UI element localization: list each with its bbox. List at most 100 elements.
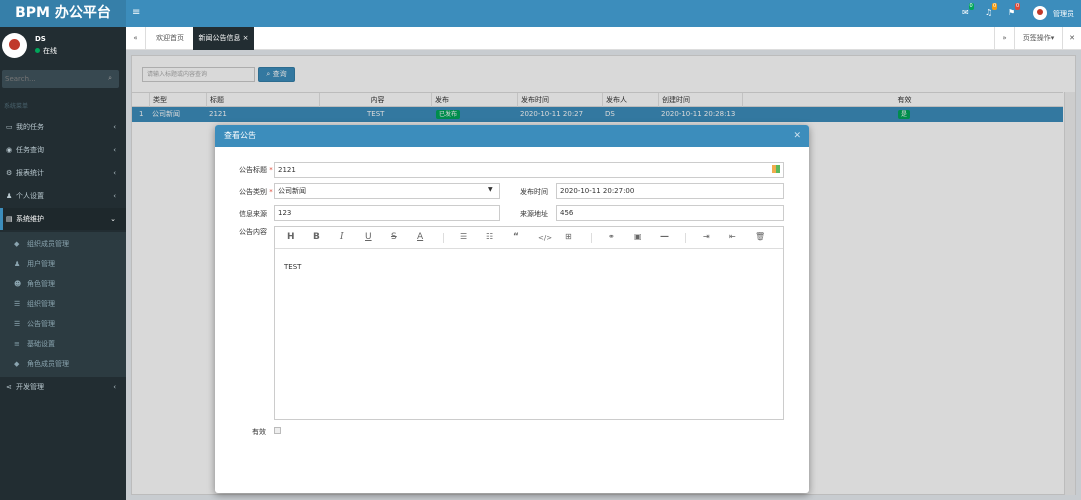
sidebar-item-label: 系统维护 bbox=[16, 215, 44, 223]
bell-icon[interactable]: ♫ 0 bbox=[985, 3, 998, 17]
indent-icon[interactable]: ⇥ bbox=[703, 232, 710, 241]
tag-icon: ◆ bbox=[14, 240, 20, 248]
status-text: 在线 bbox=[43, 47, 57, 55]
submenu-item-org[interactable]: ☰ 组织管理 bbox=[14, 294, 55, 314]
chevron-down-icon: ⌄ bbox=[110, 215, 116, 223]
share-icon: ⋖ bbox=[6, 383, 12, 391]
user-icon: ♟ bbox=[14, 260, 21, 268]
chevron-left-icon: ‹ bbox=[113, 192, 116, 200]
bold-icon[interactable]: B bbox=[313, 232, 320, 242]
link-icon[interactable]: ⚭ bbox=[608, 232, 615, 241]
valid-checkbox[interactable] bbox=[274, 427, 281, 434]
submenu-item-notices[interactable]: ☰ 公告管理 bbox=[14, 314, 55, 334]
list-icon: ☰ bbox=[14, 300, 21, 308]
sidebar-toggle-icon[interactable]: ≡ bbox=[132, 7, 140, 18]
sidebar-item-task-query[interactable]: ◉ 任务查询 ‹ bbox=[0, 139, 126, 161]
ordered-list-icon[interactable]: ☰ bbox=[460, 232, 467, 241]
submenu-label: 基础设置 bbox=[27, 340, 55, 348]
submenu-item-role-members[interactable]: ◆ 角色成员管理 bbox=[14, 354, 69, 374]
title-label: 公告标题 * bbox=[239, 166, 273, 174]
sidebar-avatar bbox=[2, 33, 27, 58]
sidebar-user-status: 在线 bbox=[35, 46, 57, 56]
book-icon: ▤ bbox=[6, 215, 13, 223]
font-color-icon[interactable]: A bbox=[417, 232, 423, 242]
submenu-label: 公告管理 bbox=[27, 320, 55, 328]
sidebar-item-label: 我的任务 bbox=[16, 123, 44, 131]
sidebar-submenu: ◆ 组织成员管理 ♟ 用户管理 ☻ 角色管理 ☰ 组织管理 ☰ 公告管理 ≡ 基础设置 ◆ 角… bbox=[0, 232, 126, 377]
color-picker-icon[interactable] bbox=[772, 165, 780, 173]
bell-count-badge: 0 bbox=[991, 3, 998, 10]
chevron-left-icon: ‹ bbox=[113, 169, 116, 177]
chevron-left-icon: ‹ bbox=[113, 383, 116, 391]
fullscreen-icon[interactable]: ✕ bbox=[1062, 27, 1081, 50]
rich-text-editor: H B I U S A ☰ ☷ “ </> ⊞ ⚭ ▣ — ⇥ ⇤ 🗑 TEST bbox=[274, 226, 784, 420]
tab-bar: « 欢迎首页 新闻公告信息 × » 页签操作▾ ✕ bbox=[126, 27, 1081, 50]
horizontal-rule-icon[interactable]: — bbox=[660, 232, 669, 242]
submenu-item-users[interactable]: ♟ 用户管理 bbox=[14, 254, 55, 274]
modal-title: 查看公告 bbox=[224, 131, 256, 140]
close-icon[interactable]: ✕ bbox=[793, 125, 801, 147]
sidebar-item-dev-management[interactable]: ⋖ 开发管理 ‹ bbox=[0, 376, 126, 398]
chevron-left-icon: ‹ bbox=[113, 146, 116, 154]
editor-body[interactable]: TEST bbox=[275, 249, 783, 285]
editor-toolbar: H B I U S A ☰ ☷ “ </> ⊞ ⚭ ▣ — ⇥ ⇤ 🗑 bbox=[275, 227, 783, 249]
title-field[interactable]: 2121 bbox=[274, 162, 784, 178]
quote-icon[interactable]: “ bbox=[513, 232, 519, 242]
strikethrough-icon[interactable]: S bbox=[391, 232, 397, 242]
user-menu[interactable]: 管理员 bbox=[1053, 9, 1074, 19]
unordered-list-icon[interactable]: ☷ bbox=[486, 232, 493, 241]
category-select[interactable]: 公司新闻 bbox=[274, 183, 500, 199]
list-icon: ☰ bbox=[14, 320, 21, 328]
submenu-label: 用户管理 bbox=[27, 260, 55, 268]
source-field[interactable]: 123 bbox=[274, 205, 500, 221]
desktop-icon: ▭ bbox=[6, 123, 13, 131]
sidebar-search: ⌕ bbox=[2, 70, 119, 88]
submenu-item-basic-settings[interactable]: ≡ 基础设置 bbox=[14, 334, 55, 354]
trash-icon[interactable]: 🗑 bbox=[755, 232, 765, 241]
italic-icon[interactable]: I bbox=[340, 232, 344, 242]
bars-icon: ≡ bbox=[14, 340, 20, 348]
outdent-icon[interactable]: ⇤ bbox=[729, 232, 736, 241]
table-icon[interactable]: ⊞ bbox=[565, 232, 572, 241]
user-avatar[interactable] bbox=[1033, 6, 1047, 20]
sidebar-item-my-tasks[interactable]: ▭ 我的任务 ‹ bbox=[0, 116, 126, 138]
top-navbar: ≡ ✉ 0 ♫ 0 ⚑ 0 管理员 bbox=[126, 0, 1081, 27]
source-url-field[interactable]: 456 bbox=[556, 205, 784, 221]
sidebar-user-name: DS bbox=[35, 35, 46, 43]
submenu-label: 角色管理 bbox=[27, 280, 55, 288]
image-icon[interactable]: ▣ bbox=[634, 232, 642, 241]
gears-icon: ⚙ bbox=[6, 169, 13, 177]
tab-operations-dropdown[interactable]: 页签操作▾ bbox=[1014, 27, 1062, 50]
sidebar-item-reports[interactable]: ⚙ 报表统计 ‹ bbox=[0, 162, 126, 184]
tab-news-notices[interactable]: 新闻公告信息 × bbox=[193, 27, 254, 50]
eye-icon: ◉ bbox=[6, 146, 13, 154]
sidebar-search-input[interactable] bbox=[2, 70, 97, 88]
category-label: 公告类别 * bbox=[239, 188, 273, 196]
app-logo[interactable]: BPM 办公平台 bbox=[0, 0, 126, 27]
publish-time-field[interactable]: 2020-10-11 20:27:00 bbox=[556, 183, 784, 199]
users-icon: ☻ bbox=[14, 280, 22, 288]
tag-icon: ◆ bbox=[14, 360, 20, 368]
sidebar-header: 系统菜单 bbox=[4, 103, 29, 110]
sidebar-item-personal-settings[interactable]: ♟ 个人设置 ‹ bbox=[0, 185, 126, 207]
source-label: 信息来源 bbox=[239, 210, 267, 218]
submenu-label: 组织成员管理 bbox=[27, 240, 69, 248]
submenu-item-org-members[interactable]: ◆ 组织成员管理 bbox=[14, 234, 69, 254]
tab-scroll-right-icon[interactable]: » bbox=[994, 27, 1014, 50]
content-label: 公告内容 bbox=[239, 228, 267, 236]
caret-down-icon[interactable]: ▼ bbox=[488, 186, 493, 193]
code-icon[interactable]: </> bbox=[538, 234, 552, 242]
flag-icon[interactable]: ⚑ 0 bbox=[1008, 3, 1021, 17]
source-url-label: 来源地址 bbox=[520, 210, 548, 218]
underline-icon[interactable]: U bbox=[365, 232, 372, 242]
heading-icon[interactable]: H bbox=[287, 232, 295, 242]
sidebar-item-label: 任务查询 bbox=[16, 146, 44, 154]
publish-time-label: 发布时间 bbox=[520, 188, 548, 196]
search-icon[interactable]: ⌕ bbox=[108, 74, 112, 83]
sidebar-item-label: 报表统计 bbox=[16, 169, 44, 177]
sidebar-item-system-maintenance[interactable]: ▤ 系统维护 ⌄ bbox=[0, 208, 126, 230]
tab-home[interactable]: 欢迎首页 bbox=[148, 27, 192, 50]
submenu-item-roles[interactable]: ☻ 角色管理 bbox=[14, 274, 55, 294]
mail-icon[interactable]: ✉ 0 bbox=[962, 3, 974, 17]
tab-scroll-left-icon[interactable]: « bbox=[126, 27, 146, 50]
